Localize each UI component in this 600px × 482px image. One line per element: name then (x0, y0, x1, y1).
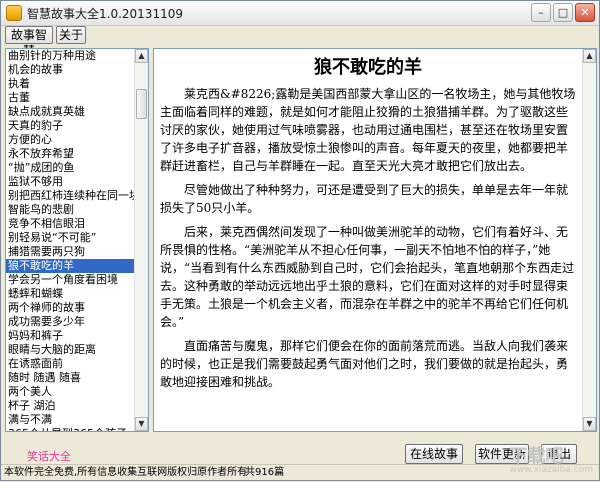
list-item[interactable]: 学会另一个角度看困境 (6, 273, 135, 287)
list-item[interactable]: 在诱惑面前 (6, 357, 135, 371)
tab-about[interactable]: 关于 (56, 26, 86, 44)
app-window: 智慧故事大全1.0.20131109 – □ ✕ 故事智慧 关于 曲别针的万种用… (0, 0, 600, 481)
list-item[interactable]: 蟋蟀和蝴蝶 (6, 287, 135, 301)
story-paragraph: 直面痛苦与魔鬼，那样它们便会在你的面前落荒而逃。当敌人向我们袭来的时候，也正是我… (160, 339, 569, 389)
list-item[interactable]: 妈妈和裤子 (6, 329, 135, 343)
list-item[interactable]: 永不放弃希望 (6, 147, 135, 161)
list-item[interactable]: 365个从早到365个孩子 (6, 427, 135, 431)
status-notice: 本软件完全免费,所有信息收集互联网版权归原作者所有 (4, 467, 248, 478)
story-reader[interactable]: 狼不敢吃的羊 莱克西&#8226;露勒是美国西部蒙大拿山区的一名牧场主，她与其他… (153, 48, 597, 432)
story-count: 共916篇 (245, 467, 285, 478)
list-item[interactable]: “抛”成团的鱼 (6, 161, 135, 175)
list-item[interactable]: 天真的豹子 (6, 119, 135, 133)
list-item[interactable]: 捕猎需要两只狗 (6, 245, 135, 259)
maximize-button[interactable]: □ (553, 3, 573, 22)
list-item[interactable]: 两个禅师的故事 (6, 301, 135, 315)
story-body: 莱克西&#8226;露勒是美国西部蒙大拿山区的一名牧场主，她与其他牧场主面临着同… (160, 85, 576, 397)
scroll-down-arrow-icon[interactable]: ▼ (135, 417, 148, 431)
title-bar[interactable]: 智慧故事大全1.0.20131109 – □ ✕ (1, 1, 599, 26)
story-paragraph: 尽管她做出了种种努力，可还是遭受到了巨大的损失，单单是去年一年就损失了50只小羊… (160, 183, 569, 215)
online-stories-button[interactable]: 在线故事 (405, 444, 463, 464)
list-item[interactable]: 缺点成就真英雄 (6, 105, 135, 119)
toolbar: 故事智慧 关于 (1, 26, 599, 58)
list-item[interactable]: 狼不敢吃的羊 (6, 259, 135, 273)
list-item[interactable]: 别轻易说“不可能” (6, 231, 135, 245)
list-item[interactable]: 曲别针的万种用途 (6, 49, 135, 63)
reader-scroll-up-arrow-icon[interactable]: ▲ (583, 49, 596, 63)
list-item[interactable]: 杯子 湖泊 (6, 399, 135, 413)
list-item[interactable]: 成功需要多少年 (6, 315, 135, 329)
window-controls: – □ ✕ (531, 3, 595, 22)
status-bar: 本软件完全免费,所有信息收集互联网版权归原作者所有 共916篇 (1, 464, 599, 482)
list-item[interactable]: 机会的故事 (6, 63, 135, 77)
story-list[interactable]: 曲别针的万种用途 机会的故事 执着 古董 缺点成就真英雄 天真的豹子 方便的心 永不放弃希望 “… (5, 48, 149, 432)
story-list-items: 曲别针的万种用途 机会的故事 执着 古董 缺点成就真英雄 天真的豹子 方便的心 永不放弃希望 “… (6, 49, 135, 431)
list-item[interactable]: 古董 (6, 91, 135, 105)
list-item[interactable]: 随时 随遇 随喜 (6, 371, 135, 385)
list-item[interactable]: 眼睛与大脑的距离 (6, 343, 135, 357)
scroll-up-arrow-icon[interactable]: ▲ (135, 49, 148, 63)
app-icon (6, 5, 22, 21)
story-reader-scrollbar[interactable]: ▲ ▼ (582, 49, 596, 431)
list-item[interactable]: 两个美人 (6, 385, 135, 399)
close-button[interactable]: ✕ (575, 3, 595, 22)
window-title: 智慧故事大全1.0.20131109 (27, 7, 183, 21)
list-item[interactable]: 方便的心 (6, 133, 135, 147)
list-item[interactable]: 竞争不相信眼泪 (6, 217, 135, 231)
scroll-thumb[interactable] (136, 89, 147, 119)
minimize-button[interactable]: – (531, 3, 551, 22)
story-title: 狼不敢吃的羊 (314, 57, 422, 78)
list-item[interactable]: 智能鸟的悲剧 (6, 203, 135, 217)
story-paragraph: 莱克西&#8226;露勒是美国西部蒙大拿山区的一名牧场主，她与其他牧场主面临着同… (160, 87, 576, 173)
tab-story-wisdom[interactable]: 故事智慧 (5, 26, 53, 58)
list-item[interactable]: 别把西红柿连续种在同一块地 (6, 189, 135, 203)
reader-scroll-down-arrow-icon[interactable]: ▼ (583, 417, 596, 431)
story-list-scrollbar[interactable]: ▲ ▼ (134, 49, 148, 431)
list-item[interactable]: 执着 (6, 77, 135, 91)
list-item[interactable]: 满与不满 (6, 413, 135, 427)
story-paragraph: 后来，莱克西偶然间发现了一种叫做美洲驼羊的动物，它们有着好斗、无所畏惧的性格。“… (160, 225, 575, 329)
jokes-link[interactable]: 笑话大全 (27, 448, 71, 464)
list-item[interactable]: 监狱不够用 (6, 175, 135, 189)
